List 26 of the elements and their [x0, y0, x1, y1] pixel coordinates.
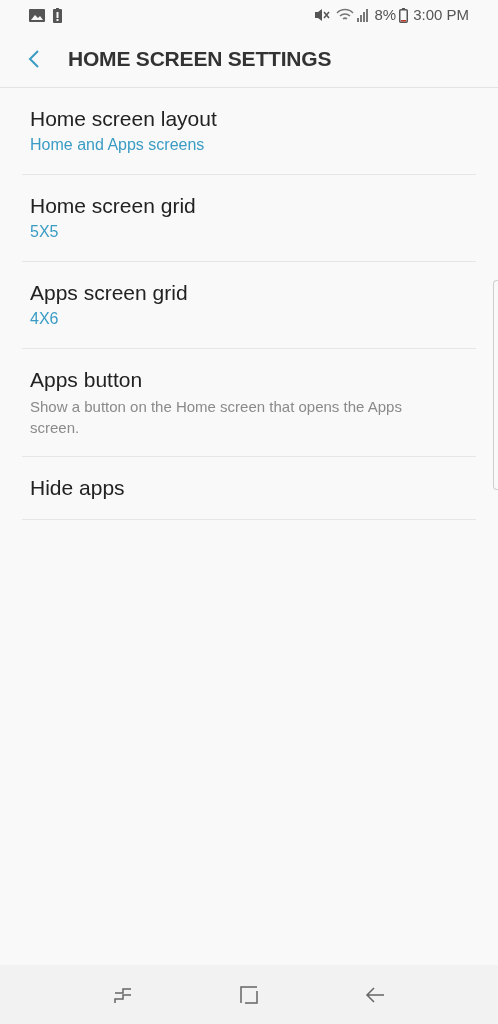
settings-item[interactable]: Apps screen grid 4X6: [22, 262, 476, 349]
mute-icon: [314, 8, 331, 22]
page-title: HOME SCREEN SETTINGS: [68, 45, 332, 72]
item-title: Apps button: [30, 367, 144, 393]
signal-icon: [357, 8, 370, 22]
back-arrow-icon: [364, 984, 386, 1005]
battery-alert-icon: [53, 7, 62, 23]
item-title: Hide apps: [30, 475, 126, 501]
settings-item[interactable]: Apps button Show a button on the Home screen that opens the Apps screen.: [22, 349, 476, 457]
item-title: Home screen grid: [30, 193, 197, 219]
item-subtitle: Show a button on the Home screen that opens the Apps screen.: [30, 397, 403, 438]
settings-item[interactable]: Home screen layout Home and Apps screens: [22, 88, 476, 175]
back-chevron-icon: [28, 48, 40, 69]
battery-percent: 8%: [374, 4, 397, 25]
home-icon: [239, 984, 259, 1005]
item-subtitle: 5X5: [30, 222, 60, 242]
battery-icon: [399, 7, 409, 23]
wifi-icon: [336, 8, 355, 22]
settings-item[interactable]: Home screen grid 5X5: [22, 175, 476, 262]
item-subtitle: 4X6: [30, 309, 60, 329]
item-title: Apps screen grid: [30, 280, 189, 306]
settings-item[interactable]: Hide apps: [22, 457, 476, 520]
item-title: Home screen layout: [30, 106, 218, 132]
image-icon: [29, 8, 45, 22]
clock: 3:00 PM: [413, 4, 469, 25]
item-subtitle: Home and Apps screens: [30, 135, 206, 155]
